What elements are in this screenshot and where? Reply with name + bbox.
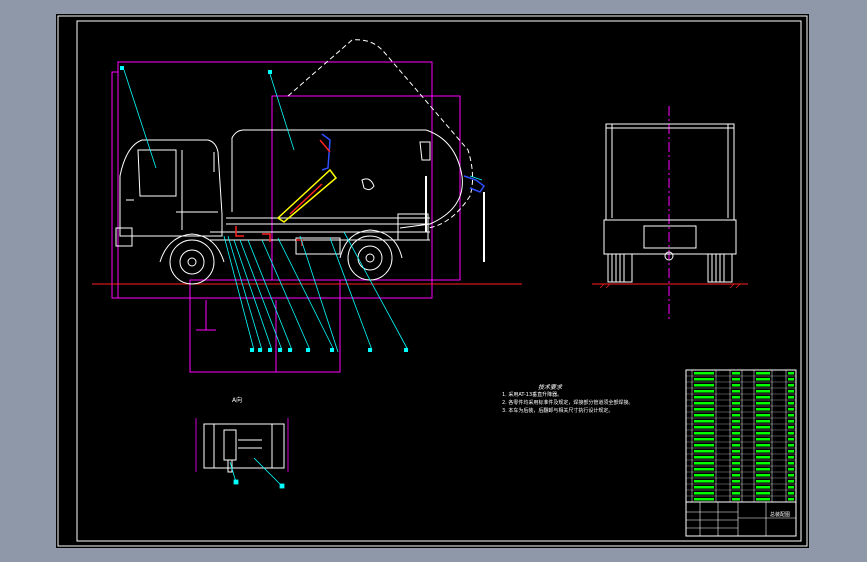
parts-list-cell-mark xyxy=(756,438,770,441)
parts-list-cell-mark xyxy=(732,390,740,393)
parts-list-cell-mark xyxy=(732,450,740,453)
parts-list-cell-mark xyxy=(694,408,714,411)
parts-list-cell-mark xyxy=(788,450,794,453)
parts-list-cell-mark xyxy=(788,426,794,429)
parts-list-cell-mark xyxy=(732,462,740,465)
parts-list-cell-mark xyxy=(756,408,770,411)
parts-list-cell-mark xyxy=(732,378,740,381)
parts-list-cell-mark xyxy=(694,498,714,501)
parts-list-cell-mark xyxy=(694,396,714,399)
parts-list-cell-mark xyxy=(694,426,714,429)
parts-list-cell-mark xyxy=(732,384,740,387)
parts-list-cell-mark xyxy=(694,384,714,387)
parts-list-cell-mark xyxy=(694,432,714,435)
parts-list-cell-mark xyxy=(694,492,714,495)
parts-list-cell-mark xyxy=(788,420,794,423)
parts-list-cell-mark xyxy=(788,378,794,381)
parts-list-cell-mark xyxy=(756,402,770,405)
cad-drawing-canvas[interactable]: A向 技术要求 1. 采用AT-13垂直升降器。 2. 各零件均采用标准件及规定… xyxy=(0,0,867,562)
parts-list-cell-mark xyxy=(788,492,794,495)
parts-list-cell-mark xyxy=(756,456,770,459)
parts-list-cell-mark xyxy=(732,498,740,501)
parts-list-cell-mark xyxy=(756,372,770,375)
parts-list-cell-mark xyxy=(756,414,770,417)
parts-list-cell-mark xyxy=(694,486,714,489)
parts-list-cell-mark xyxy=(732,492,740,495)
parts-list-cell-mark xyxy=(788,498,794,501)
parts-list-cell-mark xyxy=(732,480,740,483)
parts-list-cell-mark xyxy=(694,420,714,423)
parts-list-cell-mark xyxy=(756,444,770,447)
parts-list-cell-mark xyxy=(756,492,770,495)
parts-list-cell-mark xyxy=(756,474,770,477)
parts-list-cell-mark xyxy=(788,438,794,441)
parts-list-cell-mark xyxy=(756,420,770,423)
parts-list-cell-mark xyxy=(732,486,740,489)
parts-list-cell-mark xyxy=(732,372,740,375)
parts-list-cell-mark xyxy=(694,480,714,483)
parts-list-cell-mark xyxy=(756,450,770,453)
parts-list-cell-mark xyxy=(756,468,770,471)
parts-list-cell-mark xyxy=(788,468,794,471)
parts-list-cell-mark xyxy=(756,426,770,429)
parts-list-cell-mark xyxy=(788,402,794,405)
notes-item-3: 3. 本车为后装，后翻卸与相关尺寸执行设计规定。 xyxy=(502,407,613,414)
parts-list-cell-mark xyxy=(788,474,794,477)
parts-list-cell-mark xyxy=(788,396,794,399)
detail-label: A向 xyxy=(232,396,242,404)
notes-item-2: 2. 各零件均采用标准件及规定，焊接部分管道须全部焊接。 xyxy=(502,399,633,406)
parts-list-cell-mark xyxy=(732,396,740,399)
parts-list-cell-mark xyxy=(694,462,714,465)
parts-list-cell-mark xyxy=(732,444,740,447)
parts-list-cell-mark xyxy=(788,372,794,375)
parts-list-cell-mark xyxy=(788,432,794,435)
parts-list-cell-mark xyxy=(788,384,794,387)
parts-list-cell-mark xyxy=(756,498,770,501)
parts-list-cell-mark xyxy=(694,450,714,453)
parts-list-cell-mark xyxy=(732,468,740,471)
parts-list-cell-mark xyxy=(732,414,740,417)
parts-list-cell-mark xyxy=(788,486,794,489)
parts-list-cell-mark xyxy=(732,474,740,477)
parts-list-cell-mark xyxy=(732,426,740,429)
parts-list-cell-mark xyxy=(694,468,714,471)
parts-list-cell-mark xyxy=(788,480,794,483)
parts-list-cell-mark xyxy=(694,372,714,375)
parts-list-cell-mark xyxy=(694,456,714,459)
parts-list-cell-mark xyxy=(732,456,740,459)
parts-list-cell-mark xyxy=(756,384,770,387)
parts-list-cell-mark xyxy=(694,402,714,405)
parts-list-cell-mark xyxy=(788,414,794,417)
parts-list-cell-mark xyxy=(732,402,740,405)
parts-list-cell-mark xyxy=(694,378,714,381)
parts-list-cell-mark xyxy=(756,480,770,483)
parts-list-cell-mark xyxy=(732,420,740,423)
parts-list-cell-mark xyxy=(756,396,770,399)
parts-list-cell-mark xyxy=(756,378,770,381)
parts-list-cell-mark xyxy=(732,438,740,441)
parts-list-cell-mark xyxy=(732,408,740,411)
parts-list-cell-mark xyxy=(788,408,794,411)
parts-list-cell-mark xyxy=(756,390,770,393)
parts-list-cell-mark xyxy=(694,444,714,447)
parts-list-cell-mark xyxy=(788,456,794,459)
parts-list-cell-mark xyxy=(788,444,794,447)
parts-list-cell-mark xyxy=(756,486,770,489)
notes-title: 技术要求 xyxy=(538,383,563,391)
parts-list-cell-mark xyxy=(694,390,714,393)
parts-list-cell-mark xyxy=(694,414,714,417)
parts-list-cell-mark xyxy=(732,432,740,435)
cad-viewport: A向 技术要求 1. 采用AT-13垂直升降器。 2. 各零件均采用标准件及规定… xyxy=(0,0,867,562)
parts-list-cell-mark xyxy=(694,474,714,477)
notes-item-1: 1. 采用AT-13垂直升降器。 xyxy=(502,391,562,398)
parts-list-cell-mark xyxy=(694,438,714,441)
drawing-title: 总装配图 xyxy=(770,511,790,518)
parts-list-cell-mark xyxy=(756,432,770,435)
parts-list-cell-mark xyxy=(788,462,794,465)
parts-list-cell-mark xyxy=(788,390,794,393)
parts-list-cell-mark xyxy=(756,462,770,465)
